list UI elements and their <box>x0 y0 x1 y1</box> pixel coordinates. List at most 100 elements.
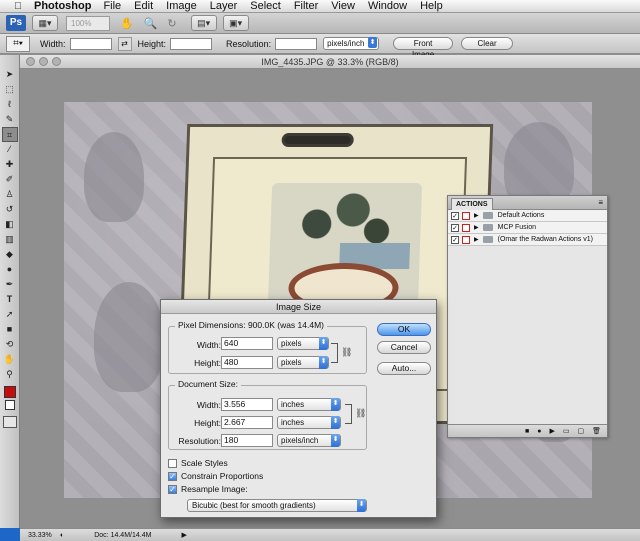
menu-file[interactable]: File <box>103 0 121 12</box>
menu-filter[interactable]: Filter <box>294 0 318 12</box>
pen-tool-icon[interactable]: ✒ <box>2 277 18 292</box>
lasso-tool-icon[interactable]: ℓ <box>2 97 18 112</box>
history-brush-tool-icon[interactable]: ↺ <box>2 202 18 217</box>
image-size-dialog: Image Size Pixel Dimensions: 900.0K (was… <box>160 299 437 518</box>
menu-image[interactable]: Image <box>166 0 197 12</box>
move-tool-icon[interactable]: ➤ <box>2 67 18 82</box>
hand-tool-icon-box[interactable]: ✋ <box>2 352 18 367</box>
crop-height-input[interactable] <box>170 37 213 50</box>
action-set-row[interactable]: ✓ ▶ Default Actions <box>448 210 607 222</box>
gradient-tool-icon[interactable]: ▥ <box>2 232 18 247</box>
cancel-button[interactable]: Cancel <box>377 341 431 354</box>
menu-window[interactable]: Window <box>368 0 407 12</box>
resample-method-select[interactable]: Bicubic (best for smooth gradients) <box>187 499 367 512</box>
constrain-proportions-checkbox[interactable]: ✓ <box>168 471 177 481</box>
type-tool-icon[interactable]: T <box>2 292 18 307</box>
dialog-toggle-icon[interactable] <box>462 235 470 244</box>
scale-styles-checkbox[interactable] <box>168 458 177 468</box>
eraser-tool-icon[interactable]: ◧ <box>2 217 18 232</box>
clone-stamp-tool-icon[interactable]: ♙ <box>2 187 18 202</box>
auto-button[interactable]: Auto... <box>377 362 431 375</box>
expand-triangle-icon[interactable]: ▶ <box>474 212 479 219</box>
doc-height-unit-select[interactable]: inches <box>277 416 341 429</box>
resolution-label: Resolution: <box>226 38 272 49</box>
actions-tab[interactable]: ACTIONS <box>451 198 493 210</box>
record-icon[interactable]: ● <box>537 428 541 435</box>
marquee-tool-icon[interactable]: ⬚ <box>2 82 18 97</box>
pixel-width-unit-select[interactable]: pixels <box>277 337 329 350</box>
minimize-window-icon[interactable] <box>39 57 48 66</box>
zoom-level-field[interactable]: 100% <box>66 15 110 31</box>
dialog-toggle-icon[interactable] <box>462 223 470 232</box>
shape-tool-icon[interactable]: ■ <box>2 322 18 337</box>
hand-tool-icon[interactable]: ✋ <box>120 17 134 30</box>
clear-button[interactable]: Clear <box>461 37 514 50</box>
app-menu[interactable]: Photoshop <box>34 0 91 12</box>
menu-select[interactable]: Select <box>250 0 281 12</box>
path-selection-tool-icon[interactable]: ➚ <box>2 307 18 322</box>
action-toggle-checkbox[interactable]: ✓ <box>451 211 459 220</box>
resample-image-row[interactable]: ✓ Resample Image: <box>168 484 248 494</box>
constrain-proportions-row[interactable]: ✓ Constrain Proportions <box>168 471 263 481</box>
expand-triangle-icon[interactable]: ▶ <box>474 236 479 243</box>
swap-dimensions-icon[interactable]: ⇄ <box>117 36 132 51</box>
dialog-toggle-icon[interactable] <box>462 211 470 220</box>
new-set-icon[interactable]: ▭ <box>563 427 570 435</box>
resolution-units-select[interactable]: pixels/inch <box>323 37 380 50</box>
background-color-swatch[interactable] <box>4 400 15 410</box>
status-zoom[interactable]: 33.33% <box>20 532 60 539</box>
ok-button[interactable]: OK <box>377 323 431 336</box>
screen-mode-button[interactable]: ▣▾ <box>222 15 249 31</box>
resample-image-checkbox[interactable]: ✓ <box>168 484 177 494</box>
crop-tool-icon[interactable]: ⌗ <box>1 127 18 142</box>
action-set-row[interactable]: ✓ ▶ (Omar the Radwan Actions v1) <box>448 234 607 246</box>
crop-resolution-input[interactable] <box>275 37 318 50</box>
trash-icon[interactable]: 🗑 <box>592 427 601 435</box>
new-action-icon[interactable]: ▢ <box>577 427 584 435</box>
expand-triangle-icon[interactable]: ▶ <box>474 224 479 231</box>
rotate-view-icon[interactable]: ↻ <box>167 17 176 30</box>
scale-styles-row[interactable]: Scale Styles <box>168 458 228 468</box>
zoom-tool-icon[interactable]: 🔍 <box>144 17 158 30</box>
menu-view[interactable]: View <box>331 0 355 12</box>
doc-width-unit-select[interactable]: inches <box>277 398 341 411</box>
blur-tool-icon[interactable]: ◆ <box>2 247 18 262</box>
healing-brush-tool-icon[interactable]: ✚ <box>2 157 18 172</box>
play-icon[interactable]: ▶ <box>549 427 554 435</box>
stop-icon[interactable]: ■ <box>525 428 529 435</box>
pixel-width-input[interactable]: 640 <box>221 337 273 350</box>
menu-help[interactable]: Help <box>420 0 443 12</box>
3d-rotate-tool-icon[interactable]: ⟲ <box>2 337 18 352</box>
front-image-button[interactable]: Front Image <box>393 37 454 59</box>
zoom-window-icon[interactable] <box>52 57 61 66</box>
brush-tool-icon[interactable]: ✐ <box>2 172 18 187</box>
foreground-color-swatch[interactable] <box>3 386 16 398</box>
resolution-label: Resolution: <box>178 436 221 446</box>
resolution-unit-select[interactable]: pixels/inch <box>277 434 341 447</box>
status-info-icon[interactable]: ◐ <box>60 532 64 539</box>
action-toggle-checkbox[interactable]: ✓ <box>451 223 459 232</box>
quick-mask-icon[interactable] <box>2 416 17 428</box>
launch-bridge-button[interactable]: ▦▾ <box>32 15 58 31</box>
pixel-height-input[interactable]: 480 <box>221 356 273 369</box>
status-menu-arrow-icon[interactable]: ▶ <box>181 531 186 539</box>
pixel-height-unit-select[interactable]: pixels <box>277 356 329 369</box>
panel-menu-icon[interactable]: ≡ <box>598 198 603 207</box>
zoom-tool-icon-box[interactable]: ⚲ <box>2 367 18 382</box>
dodge-tool-icon[interactable]: ● <box>2 262 18 277</box>
pixel-dimensions-group: Pixel Dimensions: 900.0K (was 14.4M) Wid… <box>168 320 367 374</box>
doc-width-input[interactable]: 3.556 <box>221 398 273 411</box>
resolution-input[interactable]: 180 <box>221 434 273 447</box>
quick-selection-tool-icon[interactable]: ✎ <box>2 112 18 127</box>
action-toggle-checkbox[interactable]: ✓ <box>451 235 459 244</box>
action-set-row[interactable]: ✓ ▶ MCP Fusion <box>448 222 607 234</box>
apple-icon[interactable]:  <box>10 1 26 12</box>
arrange-documents-button[interactable]: ▤▾ <box>190 15 217 31</box>
doc-height-input[interactable]: 2.667 <box>221 416 273 429</box>
crop-tool-preset-icon[interactable]: ⌗▾ <box>6 35 30 52</box>
eyedropper-tool-icon[interactable]: ⁄ <box>2 142 18 157</box>
menu-layer[interactable]: Layer <box>210 0 238 12</box>
crop-width-input[interactable] <box>69 37 112 50</box>
menu-edit[interactable]: Edit <box>134 0 153 12</box>
close-window-icon[interactable] <box>26 57 35 66</box>
